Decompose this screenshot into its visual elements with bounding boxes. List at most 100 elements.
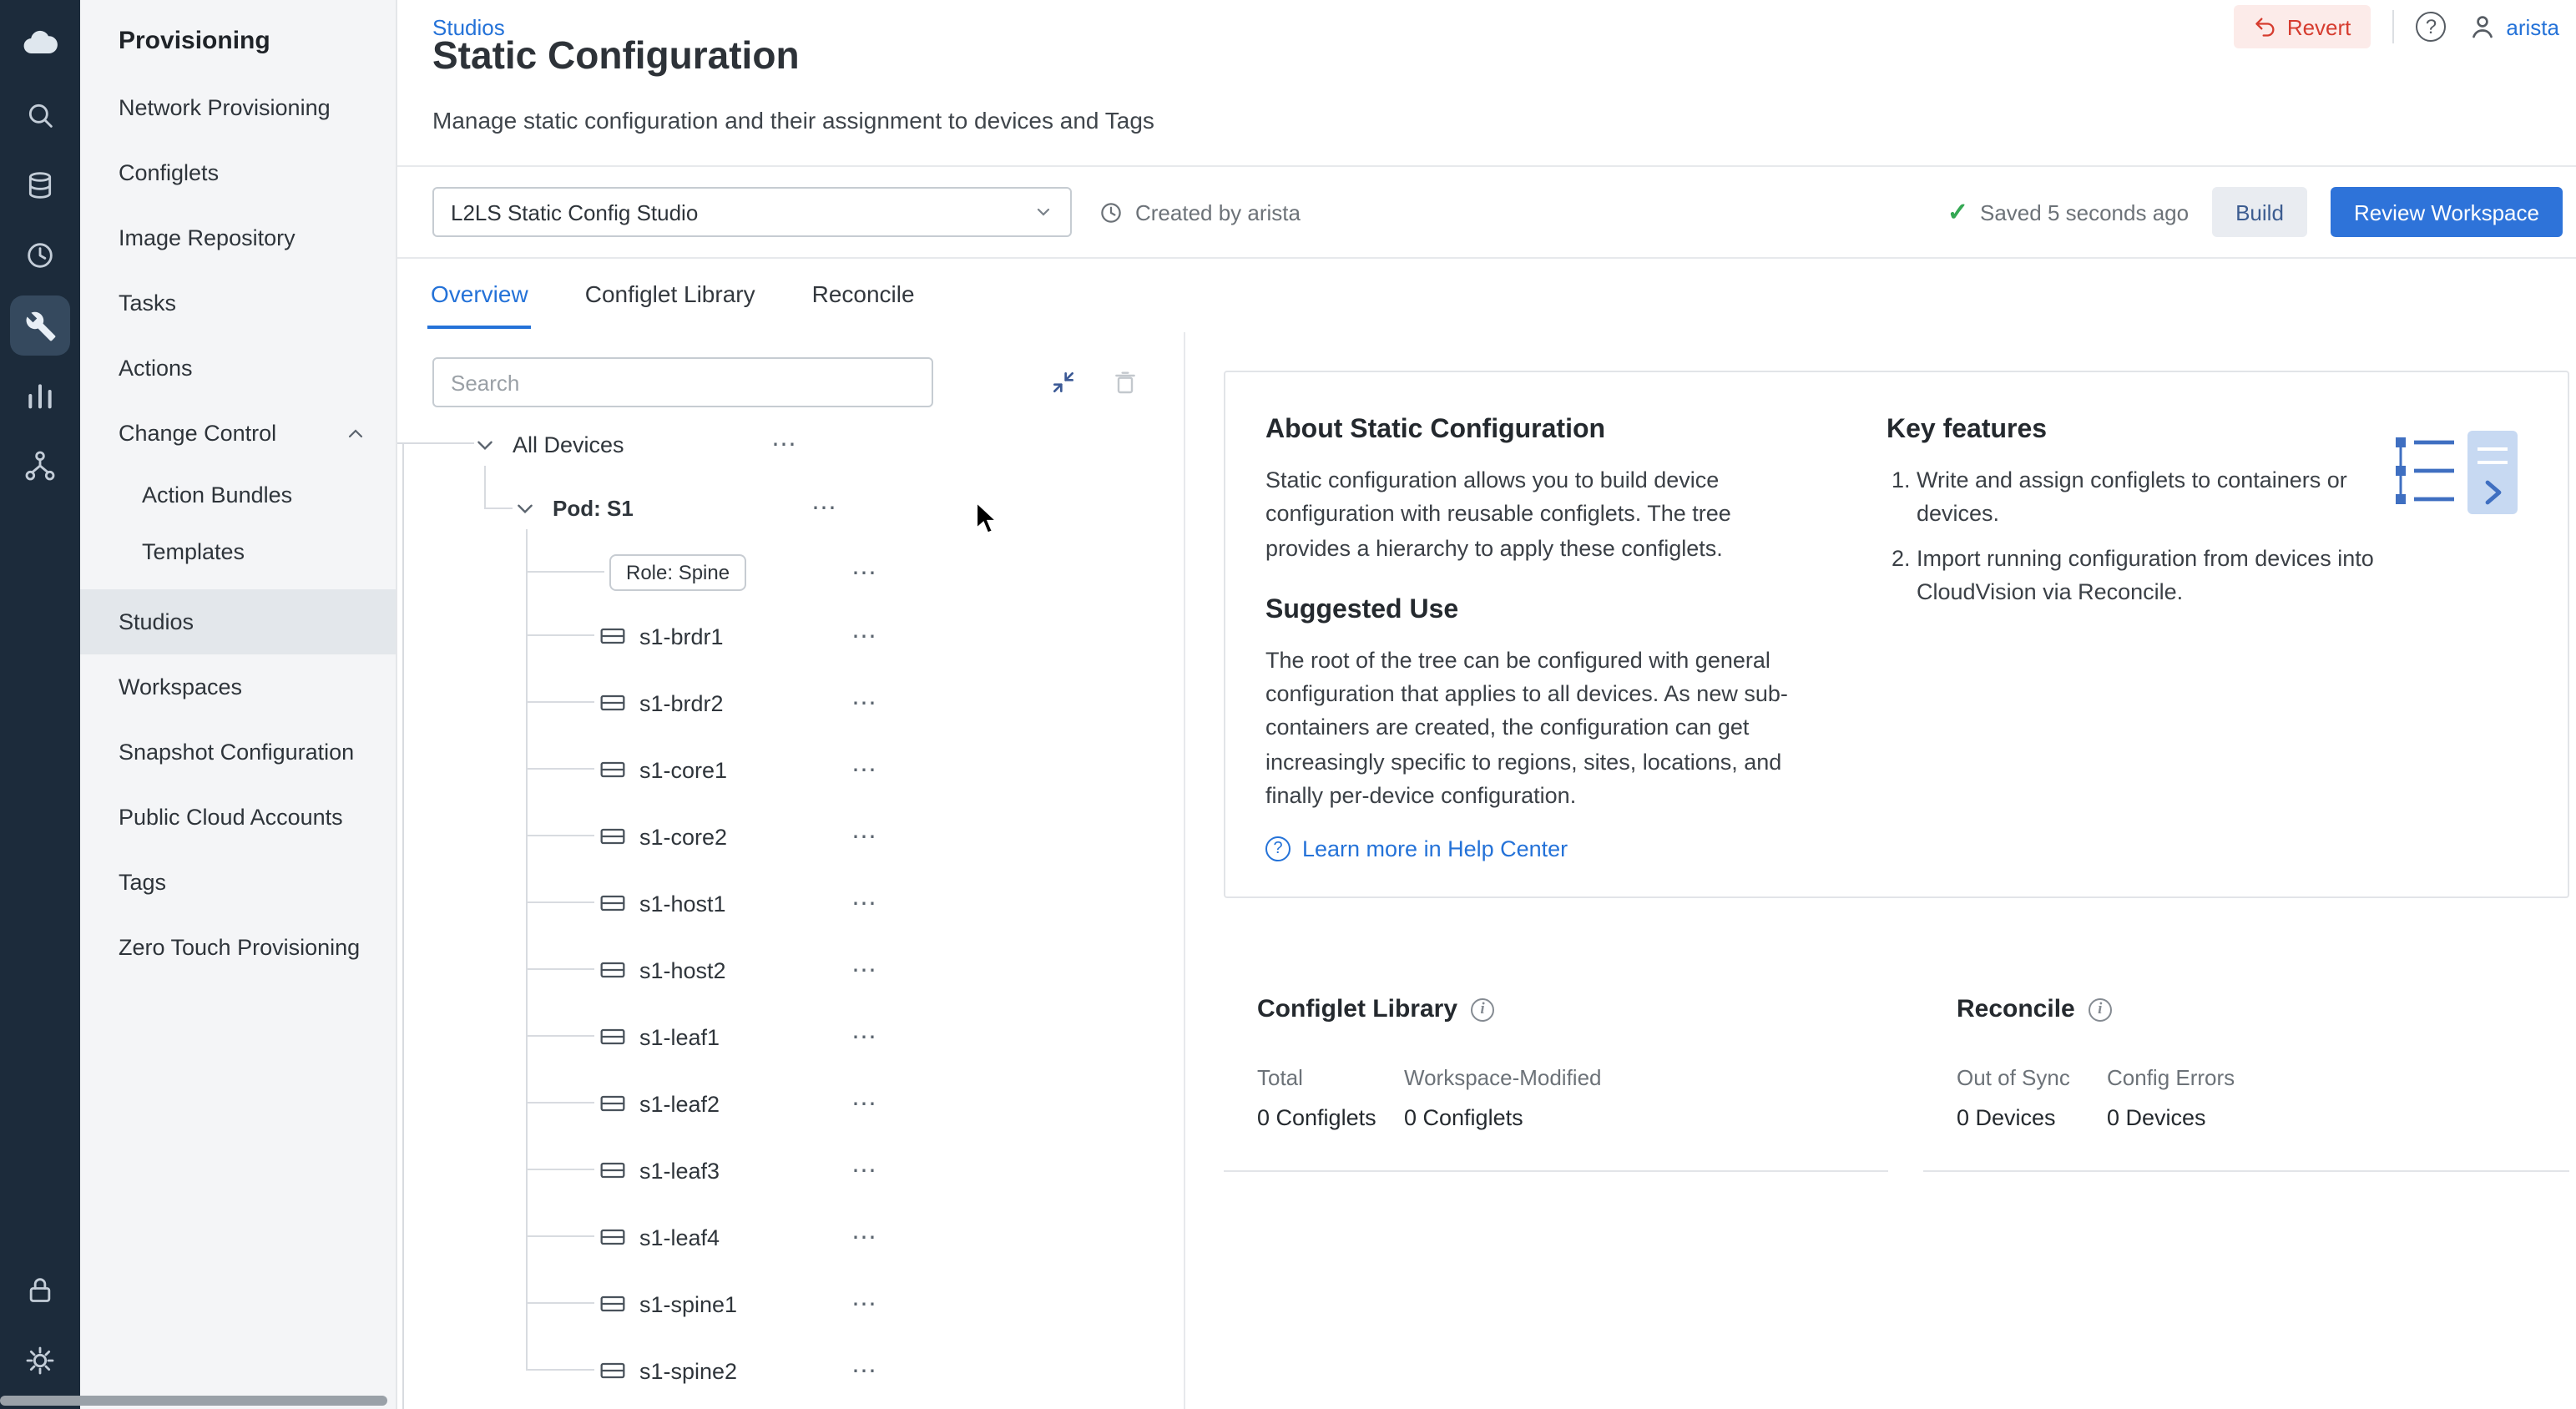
- sidebar-item-tags[interactable]: Tags: [80, 850, 396, 915]
- sidebar-item-tasks[interactable]: Tasks: [80, 270, 396, 336]
- sidebar-item-snapshot-configuration[interactable]: Snapshot Configuration: [80, 720, 396, 785]
- delete-icon[interactable]: [1112, 369, 1142, 399]
- about-body: Static configuration allows you to build…: [1265, 464, 1816, 566]
- configlet-library-stats: Configlet Library i Total 0 Configlets W…: [1224, 995, 1888, 1172]
- device-icon: [599, 891, 626, 915]
- node-actions-menu[interactable]: ⋯: [851, 1347, 878, 1394]
- tree-node-pod-s1[interactable]: Pod: S1: [514, 484, 634, 531]
- lock-icon[interactable]: [10, 1260, 70, 1321]
- provisioning-wrench-icon[interactable]: [10, 295, 70, 356]
- tree-node-device[interactable]: s1-core1: [599, 746, 727, 793]
- node-actions-menu[interactable]: ⋯: [851, 549, 878, 596]
- tree-node-device[interactable]: s1-spine2: [599, 1347, 737, 1394]
- device-icon: [599, 1092, 626, 1115]
- feature-item: Write and assign configlets to container…: [1917, 464, 2387, 532]
- tree-node-device[interactable]: s1-spine1: [599, 1280, 737, 1327]
- info-icon[interactable]: i: [2089, 997, 2112, 1021]
- build-button[interactable]: Build: [2212, 187, 2307, 237]
- tree-node-role-spine[interactable]: Role: Spine: [609, 549, 746, 596]
- events-clock-icon[interactable]: [10, 225, 70, 285]
- sidebar-item-network-provisioning[interactable]: Network Provisioning: [80, 75, 396, 140]
- database-icon[interactable]: [10, 155, 70, 215]
- cloudvision-logo-icon[interactable]: [10, 15, 70, 75]
- chevron-down-icon[interactable]: [474, 433, 496, 455]
- node-actions-menu[interactable]: ⋯: [851, 947, 878, 993]
- sidebar-item-templates[interactable]: Templates: [80, 523, 396, 579]
- tree-node-device[interactable]: s1-leaf1: [599, 1013, 720, 1060]
- user-menu[interactable]: arista: [2467, 12, 2559, 42]
- node-actions-menu[interactable]: ⋯: [851, 1214, 878, 1260]
- horizontal-scrollbar-thumb[interactable]: [0, 1396, 387, 1406]
- node-actions-menu[interactable]: ⋯: [851, 1280, 878, 1327]
- sidebar-item-configlets[interactable]: Configlets: [80, 140, 396, 205]
- gear-icon[interactable]: [10, 1331, 70, 1391]
- node-actions-menu[interactable]: ⋯: [851, 1080, 878, 1127]
- search-input[interactable]: [432, 357, 933, 407]
- icon-rail: [0, 0, 80, 1409]
- page-subtitle: Manage static configuration and their as…: [432, 107, 1154, 134]
- topology-icon[interactable]: [10, 436, 70, 496]
- tab-bar: Overview Configlet Library Reconcile: [397, 259, 2576, 329]
- studio-toolbar: L2LS Static Config Studio Created by ari…: [397, 167, 2576, 259]
- node-actions-menu[interactable]: ⋯: [851, 1147, 878, 1194]
- tree-node-device[interactable]: s1-brdr1: [599, 613, 724, 659]
- role-tag-chip[interactable]: Role: Spine: [609, 554, 746, 591]
- tree-node-device[interactable]: s1-leaf2: [599, 1080, 720, 1127]
- node-actions-menu[interactable]: ⋯: [851, 613, 878, 659]
- tree-node-device[interactable]: s1-host2: [599, 947, 726, 993]
- sidebar-item-change-control[interactable]: Change Control: [80, 401, 396, 466]
- main-content: Studios Revert ? arista Static Configura…: [397, 0, 2576, 1409]
- sidebar: Provisioning Network Provisioning Config…: [80, 0, 397, 1409]
- studio-select[interactable]: L2LS Static Config Studio: [432, 187, 1072, 237]
- tree-node-device[interactable]: s1-host1: [599, 880, 726, 927]
- created-by: Created by arista: [1099, 199, 1301, 225]
- metrics-chart-icon[interactable]: [10, 366, 70, 426]
- chevron-down-icon[interactable]: [514, 497, 536, 518]
- sidebar-item-public-cloud-accounts[interactable]: Public Cloud Accounts: [80, 785, 396, 850]
- info-icon[interactable]: i: [1471, 997, 1494, 1021]
- tree-connector-line: [526, 968, 594, 970]
- sidebar-item-action-bundles[interactable]: Action Bundles: [80, 466, 396, 523]
- sidebar-item-studios[interactable]: Studios: [80, 589, 396, 654]
- node-actions-menu[interactable]: ⋯: [851, 813, 878, 860]
- about-title: About Static Configuration: [1265, 416, 1816, 446]
- sidebar-title: Provisioning: [80, 0, 396, 55]
- tree-connector-line: [526, 1035, 594, 1037]
- node-actions-menu[interactable]: ⋯: [851, 679, 878, 726]
- tree-node-device[interactable]: s1-leaf3: [599, 1147, 720, 1194]
- tree-node-device[interactable]: s1-core2: [599, 813, 727, 860]
- device-icon: [599, 691, 626, 715]
- tree-node-device[interactable]: s1-brdr2: [599, 679, 724, 726]
- reconcile-stats: Reconcile i Out of Sync 0 Devices Config…: [1923, 995, 2569, 1172]
- device-icon: [599, 958, 626, 982]
- collapse-all-icon[interactable]: [1050, 369, 1080, 399]
- tab-overview[interactable]: Overview: [427, 259, 532, 329]
- search-icon[interactable]: [10, 85, 70, 145]
- tree-connector-line: [526, 768, 594, 770]
- device-icon: [599, 1025, 626, 1048]
- node-actions-menu[interactable]: ⋯: [811, 484, 838, 531]
- sidebar-item-image-repository[interactable]: Image Repository: [80, 205, 396, 270]
- device-icon: [599, 1159, 626, 1182]
- device-icon: [599, 1292, 626, 1316]
- tab-reconcile[interactable]: Reconcile: [809, 259, 918, 329]
- sidebar-item-actions[interactable]: Actions: [80, 336, 396, 401]
- sidebar-item-zero-touch-provisioning[interactable]: Zero Touch Provisioning: [80, 915, 396, 980]
- sidebar-item-workspaces[interactable]: Workspaces: [80, 654, 396, 720]
- node-actions-menu[interactable]: ⋯: [771, 421, 798, 467]
- revert-button[interactable]: Revert: [2234, 5, 2371, 48]
- help-center-link[interactable]: ? Learn more in Help Center: [1265, 836, 1816, 861]
- reconcile-title: Reconcile: [1957, 995, 2075, 1023]
- key-features-list: Write and assign configlets to container…: [1917, 464, 2387, 609]
- user-icon: [2467, 12, 2498, 42]
- help-icon[interactable]: ?: [2416, 12, 2446, 42]
- app-root: Provisioning Network Provisioning Config…: [0, 0, 2576, 1409]
- tree-node-device[interactable]: s1-leaf4: [599, 1214, 720, 1260]
- node-actions-menu[interactable]: ⋯: [851, 746, 878, 793]
- tree-node-all-devices[interactable]: All Devices: [474, 421, 624, 467]
- review-workspace-button[interactable]: Review Workspace: [2331, 187, 2563, 237]
- node-actions-menu[interactable]: ⋯: [851, 1013, 878, 1060]
- stat-label: Workspace-Modified: [1404, 1065, 1602, 1090]
- tab-configlet-library[interactable]: Configlet Library: [582, 259, 759, 329]
- node-actions-menu[interactable]: ⋯: [851, 880, 878, 927]
